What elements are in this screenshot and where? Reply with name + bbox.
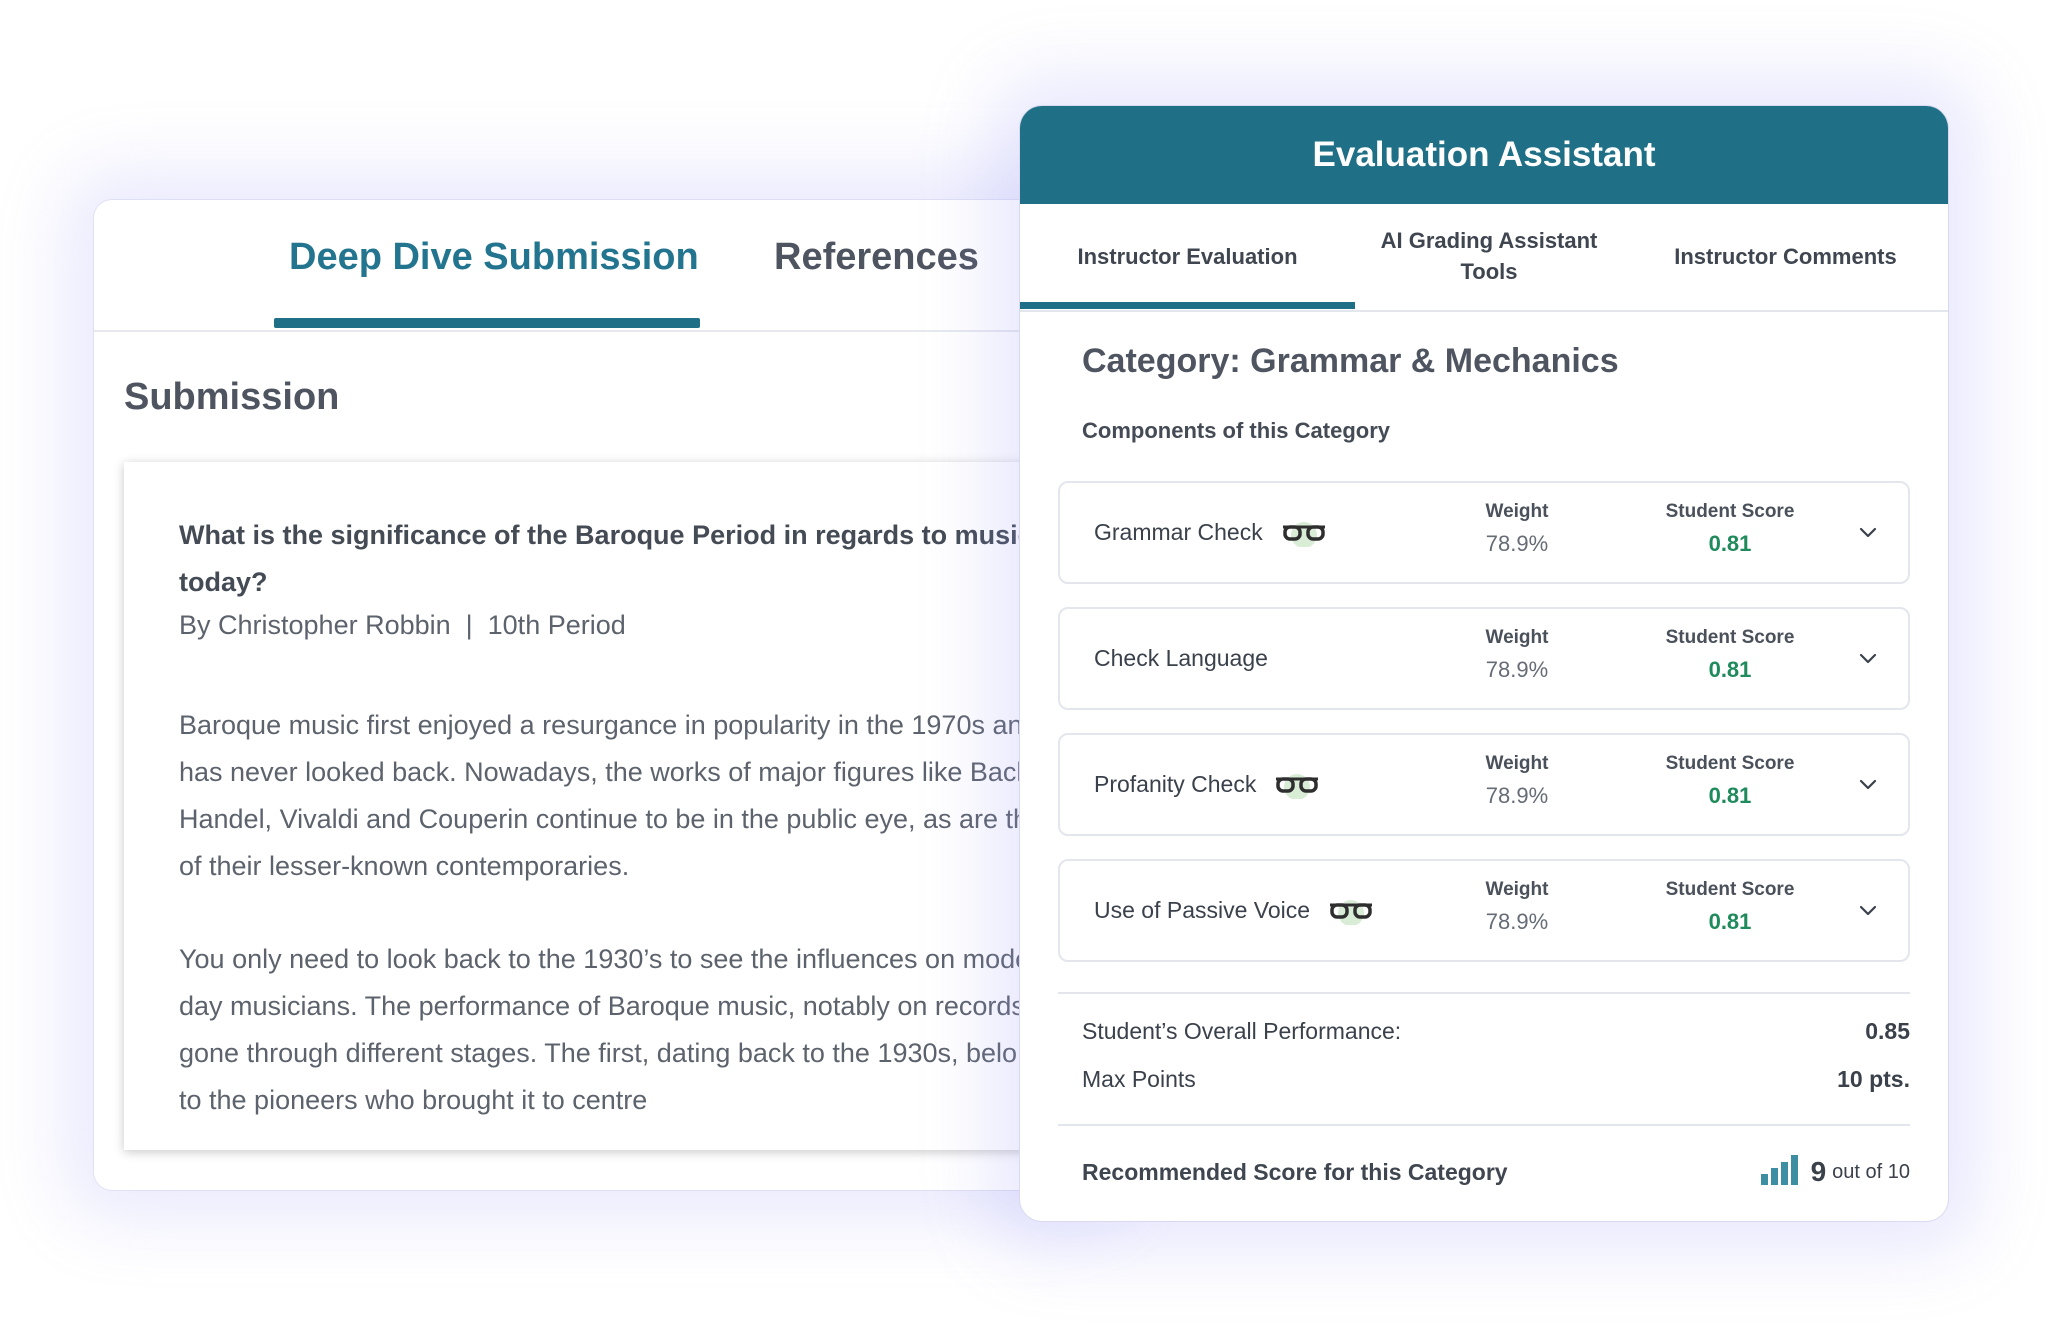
student-score-label: Student Score bbox=[1665, 753, 1795, 774]
component-name: Use of Passive Voice bbox=[1094, 861, 1374, 960]
weight-value: 78.9% bbox=[1485, 531, 1549, 556]
student-score-column: Student Score 0.81 bbox=[1615, 753, 1845, 809]
chevron-down-icon[interactable] bbox=[1857, 521, 1879, 548]
weight-column: Weight 78.9% bbox=[1452, 753, 1582, 809]
weight-value: 78.9% bbox=[1485, 909, 1549, 934]
student-score-column: Student Score 0.81 bbox=[1615, 627, 1845, 683]
weight-value: 78.9% bbox=[1485, 783, 1549, 808]
component-name: Grammar Check bbox=[1094, 483, 1327, 582]
component-label: Grammar Check bbox=[1094, 519, 1263, 545]
component-row-use-of-passive-voice[interactable]: Use of Passive Voice Weight 78.9% Studen… bbox=[1058, 859, 1910, 962]
overall-performance-label: Student’s Overall Performance: bbox=[1082, 1018, 1402, 1044]
essay-question: What is the significance of the Baroque … bbox=[179, 520, 1033, 597]
weight-label: Weight bbox=[1485, 627, 1549, 648]
tab-instructor-evaluation[interactable]: Instructor Evaluation bbox=[1020, 204, 1355, 308]
component-row-grammar-check[interactable]: Grammar Check Weight 78.9% Student Score… bbox=[1058, 481, 1910, 584]
weight-column: Weight 78.9% bbox=[1452, 501, 1582, 557]
tab-instructor-comments[interactable]: Instructor Comments bbox=[1623, 204, 1948, 308]
glasses-icon bbox=[1274, 771, 1320, 799]
app-stage: Deep Dive Submission References Submissi… bbox=[0, 0, 2048, 1325]
recommended-score-out-of: out of 10 bbox=[1832, 1160, 1910, 1183]
recommended-score-row: Recommended Score for this Category 9 ou… bbox=[1082, 1146, 1910, 1198]
chevron-down-icon[interactable] bbox=[1857, 899, 1879, 926]
essay-box: What is the significance of the Baroque … bbox=[124, 462, 1094, 1150]
component-row-profanity-check[interactable]: Profanity Check Weight 78.9% Student Sco… bbox=[1058, 733, 1910, 836]
student-score-value: 0.81 bbox=[1708, 783, 1752, 808]
components-heading: Components of this Category bbox=[1082, 418, 1391, 443]
tab-deep-dive-submission[interactable]: Deep Dive Submission bbox=[289, 236, 699, 279]
overall-performance-row: Student’s Overall Performance: 0.85 bbox=[1082, 1018, 1910, 1045]
glasses-icon bbox=[1328, 897, 1374, 925]
components-list: Grammar Check Weight 78.9% Student Score… bbox=[1058, 481, 1910, 985]
component-label: Use of Passive Voice bbox=[1094, 897, 1311, 923]
weight-value: 78.9% bbox=[1485, 657, 1549, 682]
submission-card: Deep Dive Submission References Submissi… bbox=[94, 200, 1094, 1190]
recommended-score-label: Recommended Score for this Category bbox=[1082, 1158, 1508, 1185]
student-score-label: Student Score bbox=[1665, 501, 1795, 522]
submission-heading: Submission bbox=[124, 376, 340, 418]
component-label: Profanity Check bbox=[1094, 771, 1257, 797]
essay-byline: By Christopher Robbin | 10th Period bbox=[179, 610, 626, 640]
component-label: Check Language bbox=[1094, 645, 1268, 671]
essay-paragraph: You only need to look back to the 1930’s… bbox=[179, 944, 1078, 1115]
max-points-row: Max Points 10 pts. bbox=[1082, 1066, 1910, 1093]
submission-tabs: Deep Dive Submission References bbox=[94, 200, 1094, 332]
recommended-score: 9 out of 10 bbox=[1759, 1154, 1910, 1191]
student-score-label: Student Score bbox=[1665, 627, 1795, 648]
weight-column: Weight 78.9% bbox=[1452, 879, 1582, 935]
weight-label: Weight bbox=[1485, 753, 1549, 774]
student-score-value: 0.81 bbox=[1708, 657, 1752, 682]
evaluation-assistant-panel: Evaluation Assistant Instructor Evaluati… bbox=[1020, 106, 1948, 1221]
active-tab-indicator bbox=[274, 318, 700, 328]
active-tab-indicator bbox=[1020, 302, 1355, 309]
panel-title: Evaluation Assistant bbox=[1020, 106, 1948, 204]
glasses-icon bbox=[1281, 519, 1327, 547]
divider bbox=[1058, 992, 1910, 994]
chevron-down-icon[interactable] bbox=[1857, 773, 1879, 800]
student-score-value: 0.81 bbox=[1708, 909, 1752, 934]
evaluation-tabs: Instructor Evaluation AI Grading Assista… bbox=[1020, 204, 1948, 312]
weight-column: Weight 78.9% bbox=[1452, 627, 1582, 683]
student-score-column: Student Score 0.81 bbox=[1615, 501, 1845, 557]
recommended-score-value: 9 bbox=[1810, 1156, 1827, 1187]
category-title: Category: Grammar & Mechanics bbox=[1082, 342, 1619, 380]
weight-label: Weight bbox=[1485, 879, 1549, 900]
max-points-value: 10 pts. bbox=[1837, 1066, 1910, 1092]
student-score-column: Student Score 0.81 bbox=[1615, 879, 1845, 935]
max-points-label: Max Points bbox=[1082, 1066, 1196, 1092]
essay-paragraph: Baroque music first enjoyed a resurgance… bbox=[179, 710, 1072, 881]
tab-ai-grading-assistant-tools[interactable]: AI Grading Assistant Tools bbox=[1355, 204, 1623, 308]
bar-chart-icon bbox=[1759, 1154, 1799, 1191]
weight-label: Weight bbox=[1485, 501, 1549, 522]
tab-references[interactable]: References bbox=[774, 236, 979, 279]
component-row-check-language[interactable]: Check Language Weight 78.9% Student Scor… bbox=[1058, 607, 1910, 710]
student-score-value: 0.81 bbox=[1708, 531, 1752, 556]
divider bbox=[1058, 1124, 1910, 1126]
chevron-down-icon[interactable] bbox=[1857, 647, 1879, 674]
component-name: Profanity Check bbox=[1094, 735, 1320, 834]
student-score-label: Student Score bbox=[1665, 879, 1795, 900]
component-name: Check Language bbox=[1094, 609, 1268, 708]
overall-performance-value: 0.85 bbox=[1865, 1018, 1910, 1044]
